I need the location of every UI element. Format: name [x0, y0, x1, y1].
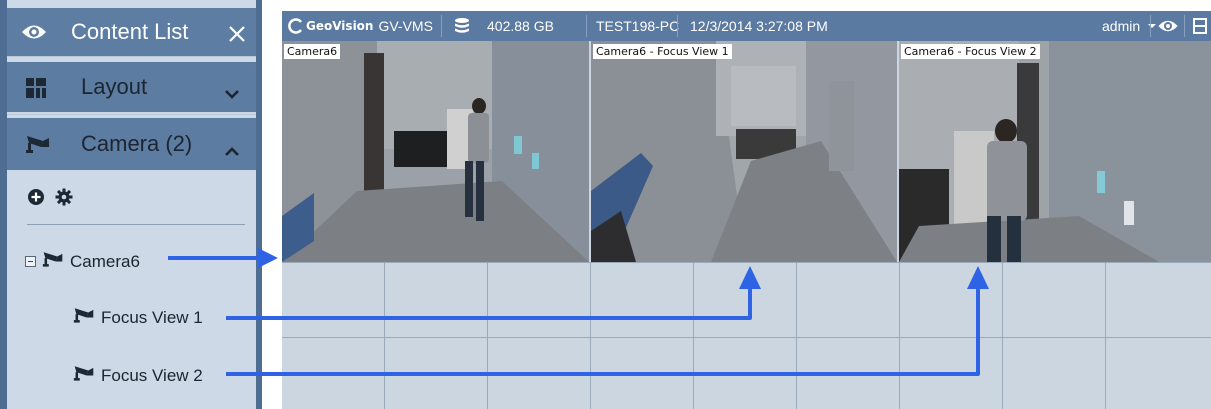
datetime: 12/3/2014 3:27:08 PM	[690, 18, 828, 34]
add-icon[interactable]	[27, 188, 45, 211]
divider	[7, 114, 256, 115]
user-name: admin	[1102, 18, 1141, 34]
storage-value: 402.88 GB	[487, 18, 554, 34]
tree-item-label: Focus View 1	[101, 307, 203, 327]
grid-line	[1105, 262, 1106, 409]
grid-line	[693, 262, 694, 409]
storage-indicator: 402.88 GB	[453, 11, 554, 41]
content-list-panel: Content List Layout Camera (2) Camera6 F…	[0, 0, 262, 409]
grid-line	[282, 337, 1211, 338]
divider	[677, 15, 678, 37]
grid-line	[796, 262, 797, 409]
tree-item-label: Camera6	[70, 251, 140, 271]
camera-icon	[42, 250, 64, 273]
layout-toggle-icon[interactable]	[1193, 11, 1207, 41]
close-icon[interactable]	[228, 23, 246, 49]
tile-label: Camera6 - Focus View 2	[901, 44, 1040, 59]
video-grid: Camera6 Camera6 - Focus View 1 Camera6 -…	[282, 41, 1211, 409]
camera-icon	[73, 306, 95, 329]
divider	[27, 224, 245, 225]
eye-icon[interactable]	[21, 22, 47, 48]
camera-feed-image	[591, 41, 897, 262]
grid-line	[590, 262, 591, 409]
tree-item-focus-view-1[interactable]: Focus View 1	[73, 306, 203, 329]
divider	[7, 56, 256, 57]
camera-feed-image	[899, 41, 1211, 262]
eye-icon[interactable]	[1157, 11, 1179, 41]
chevron-up-icon[interactable]	[224, 138, 240, 164]
layout-label: Layout	[81, 74, 148, 99]
camera-section-header[interactable]: Camera (2)	[7, 118, 256, 170]
tree-item-label: Focus View 2	[101, 365, 203, 385]
grid-line	[384, 262, 385, 409]
brand-name: GeoVision	[306, 19, 374, 33]
content-list-body: Content List Layout Camera (2) Camera6 F…	[7, 0, 256, 409]
panel-title: Content List	[71, 19, 189, 44]
divider	[1150, 15, 1151, 37]
collapse-toggle-icon[interactable]	[25, 256, 36, 267]
geovision-logo-icon	[288, 18, 302, 34]
divider	[586, 15, 587, 37]
caret-down-icon	[1148, 24, 1157, 28]
tile-label: Camera6 - Focus View 1	[593, 44, 732, 59]
top-status-bar: GeoVision GV-VMS 402.88 GB TEST198-PC 12…	[282, 11, 1211, 41]
grid-line	[899, 262, 900, 409]
chevron-down-icon[interactable]	[224, 80, 240, 106]
video-tile-camera6[interactable]: Camera6	[282, 41, 589, 262]
layout-section-header[interactable]: Layout	[7, 62, 256, 112]
video-tile-focus-view-2[interactable]: Camera6 - Focus View 2	[899, 41, 1211, 262]
grid-line	[282, 262, 1211, 263]
tree-item-focus-view-2[interactable]: Focus View 2	[73, 364, 203, 387]
divider	[441, 15, 442, 37]
pc-name: TEST198-PC	[596, 18, 680, 34]
divider	[1184, 15, 1185, 37]
grid-line	[487, 262, 488, 409]
gear-icon[interactable]	[55, 188, 73, 211]
camera-feed-image	[282, 41, 589, 262]
camera-icon	[73, 364, 95, 387]
tile-label: Camera6	[284, 44, 341, 59]
database-icon	[455, 18, 469, 33]
camera-label: Camera (2)	[81, 131, 193, 156]
brand-logo: GeoVision GV-VMS	[288, 11, 433, 41]
content-list-header: Content List	[7, 8, 256, 56]
user-menu[interactable]: admin	[1102, 11, 1157, 41]
product-name: GV-VMS	[378, 18, 433, 34]
layout-grid-icon	[26, 78, 46, 104]
tree-item-camera6[interactable]: Camera6	[25, 250, 140, 273]
camera-icon	[25, 134, 51, 160]
grid-line	[1002, 262, 1003, 409]
video-tile-focus-view-1[interactable]: Camera6 - Focus View 1	[591, 41, 897, 262]
